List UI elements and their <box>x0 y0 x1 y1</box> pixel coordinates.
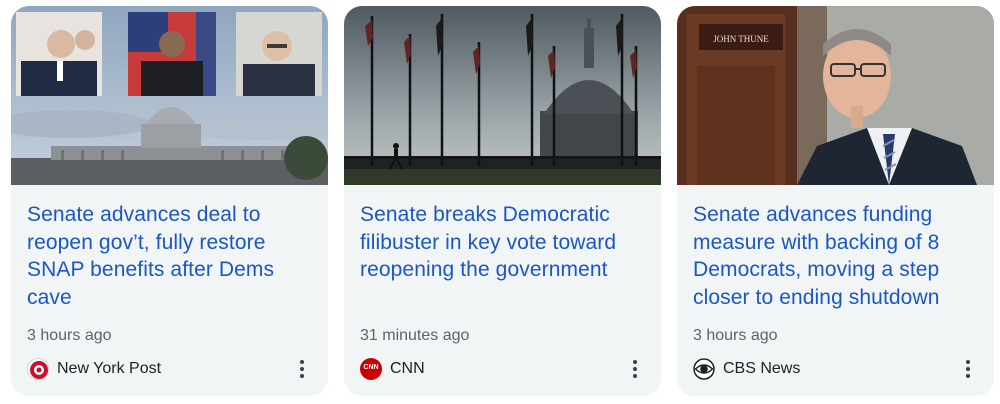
article-headline[interactable]: Senate breaks Democratic filibuster in k… <box>360 201 649 284</box>
article-source[interactable]: CBS News <box>693 356 800 382</box>
news-card[interactable]: JOHN THUNE Senate advances funding measu… <box>677 6 994 396</box>
article-thumbnail[interactable] <box>344 6 661 185</box>
article-timestamp: 31 minutes ago <box>360 327 470 344</box>
article-headline[interactable]: Senate advances deal to reopen gov’t, fu… <box>27 201 316 311</box>
article-source[interactable]: CNN CNN <box>360 356 425 382</box>
article-source[interactable]: New York Post <box>27 356 161 382</box>
article-headline[interactable]: Senate advances funding measure with bac… <box>693 201 982 311</box>
source-name: CNN <box>390 360 425 377</box>
news-card[interactable]: Senate advances deal to reopen gov’t, fu… <box>11 6 328 396</box>
source-name: CBS News <box>723 360 801 377</box>
more-options-icon[interactable] <box>623 356 647 382</box>
more-options-icon[interactable] <box>956 356 980 382</box>
news-card[interactable]: Senate breaks Democratic filibuster in k… <box>344 6 661 396</box>
article-timestamp: 3 hours ago <box>693 327 778 344</box>
cnn-logo-icon: CNN <box>360 358 382 380</box>
news-carousel: Senate advances deal to reopen gov’t, fu… <box>0 0 1000 404</box>
source-name: New York Post <box>57 360 162 377</box>
cbs-eye-logo-icon <box>693 358 715 380</box>
new-york-post-logo-icon <box>27 358 49 380</box>
door-sign-text: JOHN THUNE <box>713 34 769 44</box>
more-options-icon[interactable] <box>290 356 314 382</box>
article-thumbnail[interactable] <box>11 6 328 185</box>
article-thumbnail[interactable]: JOHN THUNE <box>677 6 994 185</box>
article-timestamp: 3 hours ago <box>27 327 112 344</box>
cnn-logo-text: CNN <box>363 364 379 371</box>
